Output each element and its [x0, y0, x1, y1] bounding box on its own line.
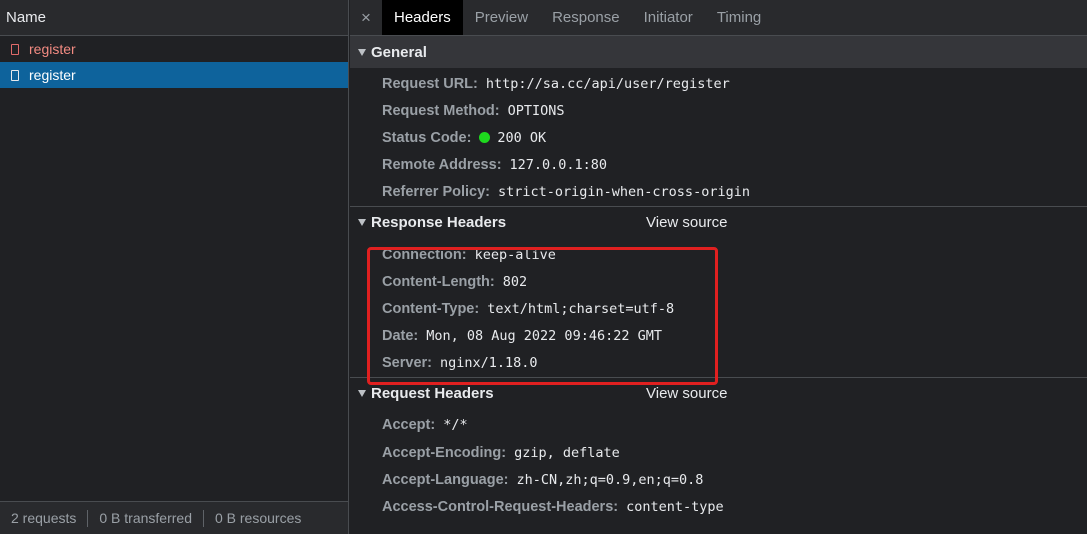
header-value: zh-CN,zh;q=0.9,en;q=0.8 — [516, 471, 704, 488]
header-row: Request URL: http://sa.cc/api/user/regis… — [350, 70, 1087, 97]
requests-count: 2 requests — [11, 510, 77, 526]
header-value: http://sa.cc/api/user/register — [485, 75, 730, 92]
request-name: register — [29, 41, 76, 57]
header-value: strict-origin-when-cross-origin — [498, 184, 750, 201]
section-title: General — [371, 43, 427, 61]
header-key: Connection: — [382, 246, 467, 263]
header-value: content-type — [626, 499, 724, 516]
header-row: Connection: keep-alive — [350, 241, 1087, 268]
resources-size: 0 B resources — [214, 510, 302, 526]
close-icon[interactable]: × — [350, 0, 382, 35]
header-key: Server: — [382, 355, 432, 372]
request-headers-section-header[interactable]: Request Headers View source — [350, 378, 1087, 410]
header-row: Date: Mon, 08 Aug 2022 09:46:22 GMT — [350, 323, 1087, 350]
header-row: Status Code: 200 OK — [350, 124, 1087, 151]
header-row: Accept-Language: zh-CN,zh;q=0.9,en;q=0.8 — [350, 466, 1087, 493]
header-row: Content-Type: text/html;charset=utf-8 — [350, 295, 1087, 322]
header-value: nginx/1.18.0 — [439, 355, 538, 372]
header-value: gzip, deflate — [514, 444, 620, 461]
header-key: Content-Length: — [382, 273, 495, 290]
request-header-rows: Accept: */* Accept-Encoding: gzip, defla… — [350, 410, 1087, 521]
header-key: Access-Control-Request-Headers: — [382, 499, 619, 516]
general-rows: Request URL: http://sa.cc/api/user/regis… — [350, 68, 1087, 206]
expand-triangle-icon — [358, 390, 366, 398]
header-value: 200 OK — [497, 129, 547, 146]
tab-response[interactable]: Response — [540, 0, 632, 35]
request-details-panel: × Headers Preview Response Initiator Tim… — [350, 0, 1087, 534]
header-key: Accept-Encoding: — [382, 444, 507, 461]
header-row: Content-Length: 802 — [350, 268, 1087, 295]
devtools-network: Name register register 2 requests 0 B tr… — [0, 0, 1087, 534]
section-title: Response Headers — [371, 214, 507, 232]
details-tabbar: × Headers Preview Response Initiator Tim… — [350, 0, 1087, 36]
transferred-size: 0 B transferred — [99, 510, 192, 526]
status-ok-icon — [479, 132, 491, 144]
header-row: Request Method: OPTIONS — [350, 97, 1087, 124]
section-title: Request Headers — [371, 385, 494, 403]
header-key: Status Code: — [382, 129, 472, 146]
general-section-header[interactable]: General — [350, 36, 1087, 68]
request-row-register-selected[interactable]: register — [0, 62, 348, 88]
header-value: Mon, 08 Aug 2022 09:46:22 GMT — [426, 328, 662, 345]
document-icon — [11, 43, 19, 55]
view-source-link[interactable]: View source — [646, 385, 727, 402]
header-value: 127.0.0.1:80 — [509, 157, 608, 174]
requests-panel: Name register register 2 requests 0 B tr… — [0, 0, 349, 534]
network-status-bar: 2 requests 0 B transferred 0 B resources — [0, 501, 348, 534]
request-name: register — [29, 67, 76, 83]
header-row: Access-Control-Request-Headers: content-… — [350, 493, 1087, 520]
header-key: Request URL: — [382, 75, 478, 92]
header-value: 802 — [502, 273, 528, 290]
header-key: Date: — [382, 328, 419, 345]
header-row: Accept: */* — [350, 412, 1087, 439]
header-row: Referrer Policy: strict-origin-when-cros… — [350, 179, 1087, 206]
expand-triangle-icon — [358, 48, 366, 56]
header-key: Remote Address: — [382, 157, 502, 174]
response-header-rows: Connection: keep-alive Content-Length: 8… — [350, 239, 1087, 377]
header-key: Referrer Policy: — [382, 184, 490, 201]
response-headers-section-header[interactable]: Response Headers View source — [350, 207, 1087, 239]
header-value: text/html;charset=utf-8 — [487, 300, 675, 317]
header-key: Content-Type: — [382, 300, 480, 317]
header-value: OPTIONS — [507, 102, 565, 119]
header-key: Accept: — [382, 417, 436, 434]
tab-preview[interactable]: Preview — [463, 0, 540, 35]
header-row: Accept-Encoding: gzip, deflate — [350, 439, 1087, 466]
header-key: Request Method: — [382, 102, 500, 119]
header-row: Remote Address: 127.0.0.1:80 — [350, 152, 1087, 179]
header-value: */* — [443, 417, 468, 434]
expand-triangle-icon — [358, 219, 366, 227]
header-row: Server: nginx/1.18.0 — [350, 350, 1087, 377]
view-source-link[interactable]: View source — [646, 214, 727, 231]
header-key: Accept-Language: — [382, 471, 509, 488]
tab-headers[interactable]: Headers — [382, 0, 463, 35]
tab-initiator[interactable]: Initiator — [632, 0, 705, 35]
document-icon — [11, 69, 19, 81]
header-value: keep-alive — [474, 246, 556, 263]
name-column-header[interactable]: Name — [0, 0, 348, 36]
tab-timing[interactable]: Timing — [705, 0, 773, 35]
request-row-register-error[interactable]: register — [0, 36, 348, 62]
